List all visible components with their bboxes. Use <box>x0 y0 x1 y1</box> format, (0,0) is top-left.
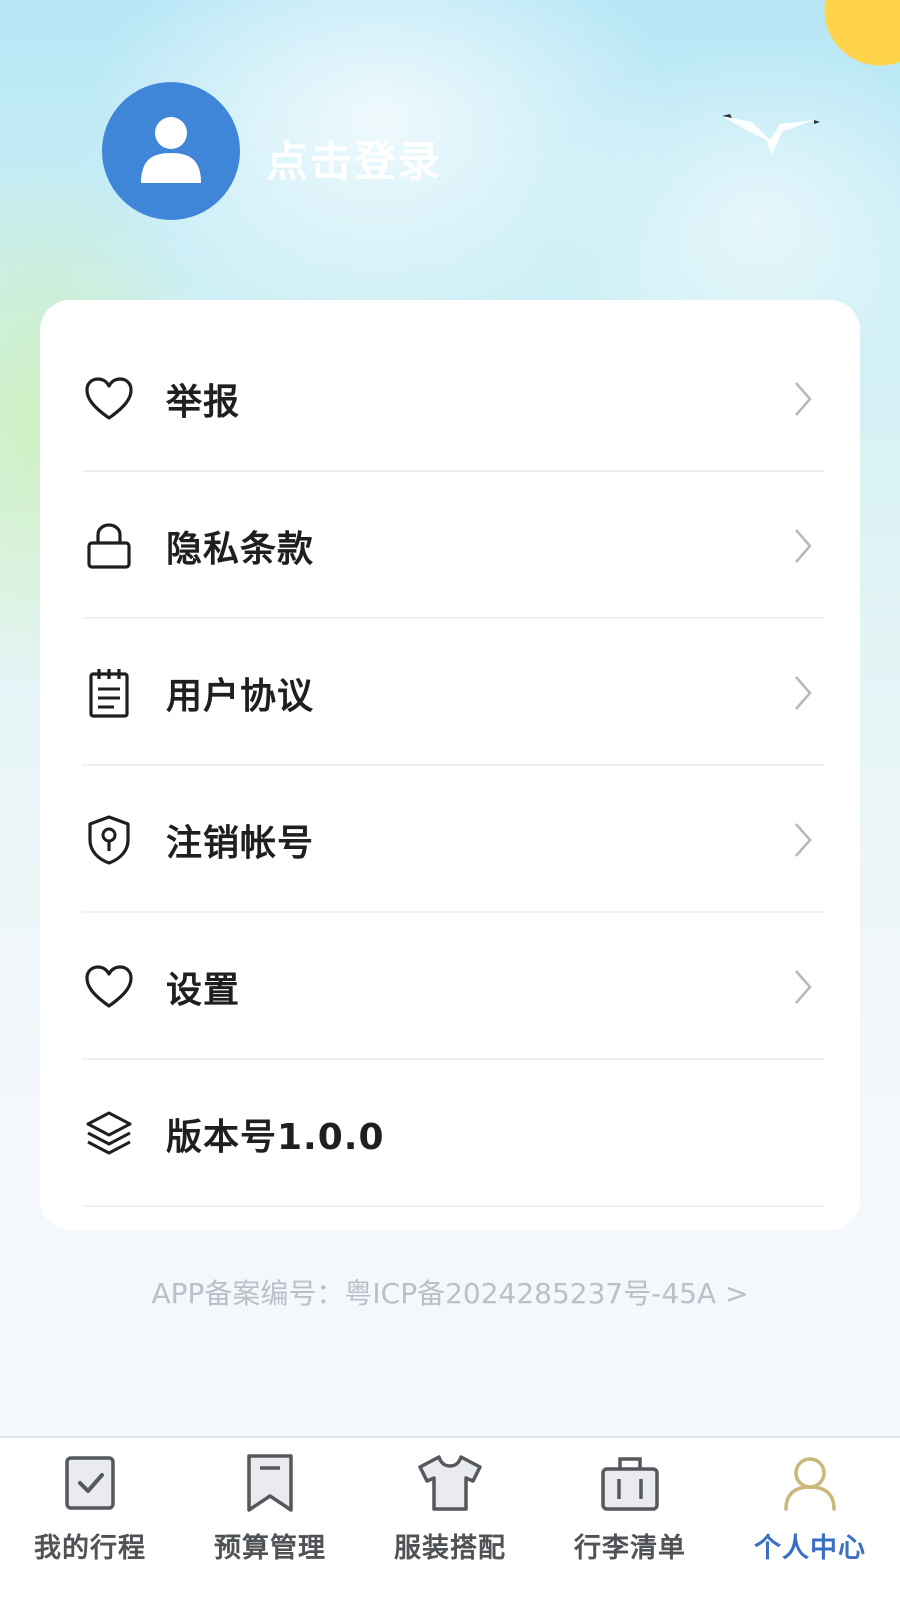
tab-budget[interactable]: 预算管理 <box>180 1438 360 1602</box>
tab-profile[interactable]: 个人中心 <box>720 1438 900 1602</box>
heart-icon <box>82 372 136 426</box>
chevron-right-icon <box>790 379 816 419</box>
tab-label: 服装搭配 <box>394 1533 506 1564</box>
tab-my-trip[interactable]: 我的行程 <box>0 1438 180 1602</box>
lock-icon <box>82 519 136 573</box>
user-icon <box>131 109 211 193</box>
briefcase-icon <box>595 1448 665 1518</box>
menu-item-label: 注销帐号 <box>166 822 315 864</box>
layers-icon <box>82 1107 136 1161</box>
heart-icon <box>82 960 136 1014</box>
menu-item-privacy[interactable]: 隐私条款 <box>82 472 860 619</box>
tab-outfit[interactable]: 服装搭配 <box>360 1438 540 1602</box>
shield-keyhole-icon <box>82 813 136 867</box>
notepad-icon <box>82 666 136 720</box>
tab-label: 我的行程 <box>34 1533 146 1564</box>
tshirt-icon <box>415 1448 485 1518</box>
menu-item-settings[interactable]: 设置 <box>82 913 860 1060</box>
tab-label: 行李清单 <box>574 1533 686 1564</box>
settings-card: 举报 隐私条款 用户协议 注销帐号 设置 版本号1.0.0 <box>40 300 860 1230</box>
checklist-icon <box>55 1448 125 1518</box>
tab-luggage[interactable]: 行李清单 <box>540 1438 720 1602</box>
profile-header: 点击登录 <box>0 0 900 300</box>
menu-item-version: 版本号1.0.0 <box>82 1060 860 1207</box>
avatar[interactable] <box>102 82 240 220</box>
menu-item-label: 用户协议 <box>166 675 315 717</box>
tab-label: 个人中心 <box>754 1533 866 1564</box>
menu-item-label: 隐私条款 <box>166 528 315 570</box>
tab-label: 预算管理 <box>214 1533 326 1564</box>
chevron-right-icon <box>790 526 816 566</box>
version-label: 版本号1.0.0 <box>166 1116 385 1158</box>
bookmark-icon <box>235 1448 305 1518</box>
menu-item-label: 设置 <box>166 969 241 1011</box>
chevron-right-icon <box>790 820 816 860</box>
bottom-tab-bar: 我的行程 预算管理 服装搭配 行李清单 个人中心 <box>0 1436 900 1602</box>
chevron-right-icon <box>790 673 816 713</box>
person-icon <box>775 1448 845 1518</box>
bird-decoration <box>722 110 822 174</box>
icp-record-link[interactable]: APP备案编号：粤ICP备2024285237号-45A > <box>0 1272 900 1312</box>
chevron-right-icon <box>790 967 816 1007</box>
menu-item-delete-account[interactable]: 注销帐号 <box>82 766 860 913</box>
login-link[interactable]: 点击登录 <box>266 128 442 189</box>
menu-item-report[interactable]: 举报 <box>82 325 860 472</box>
menu-item-label: 举报 <box>166 381 241 423</box>
menu-item-user-agreement[interactable]: 用户协议 <box>82 619 860 766</box>
